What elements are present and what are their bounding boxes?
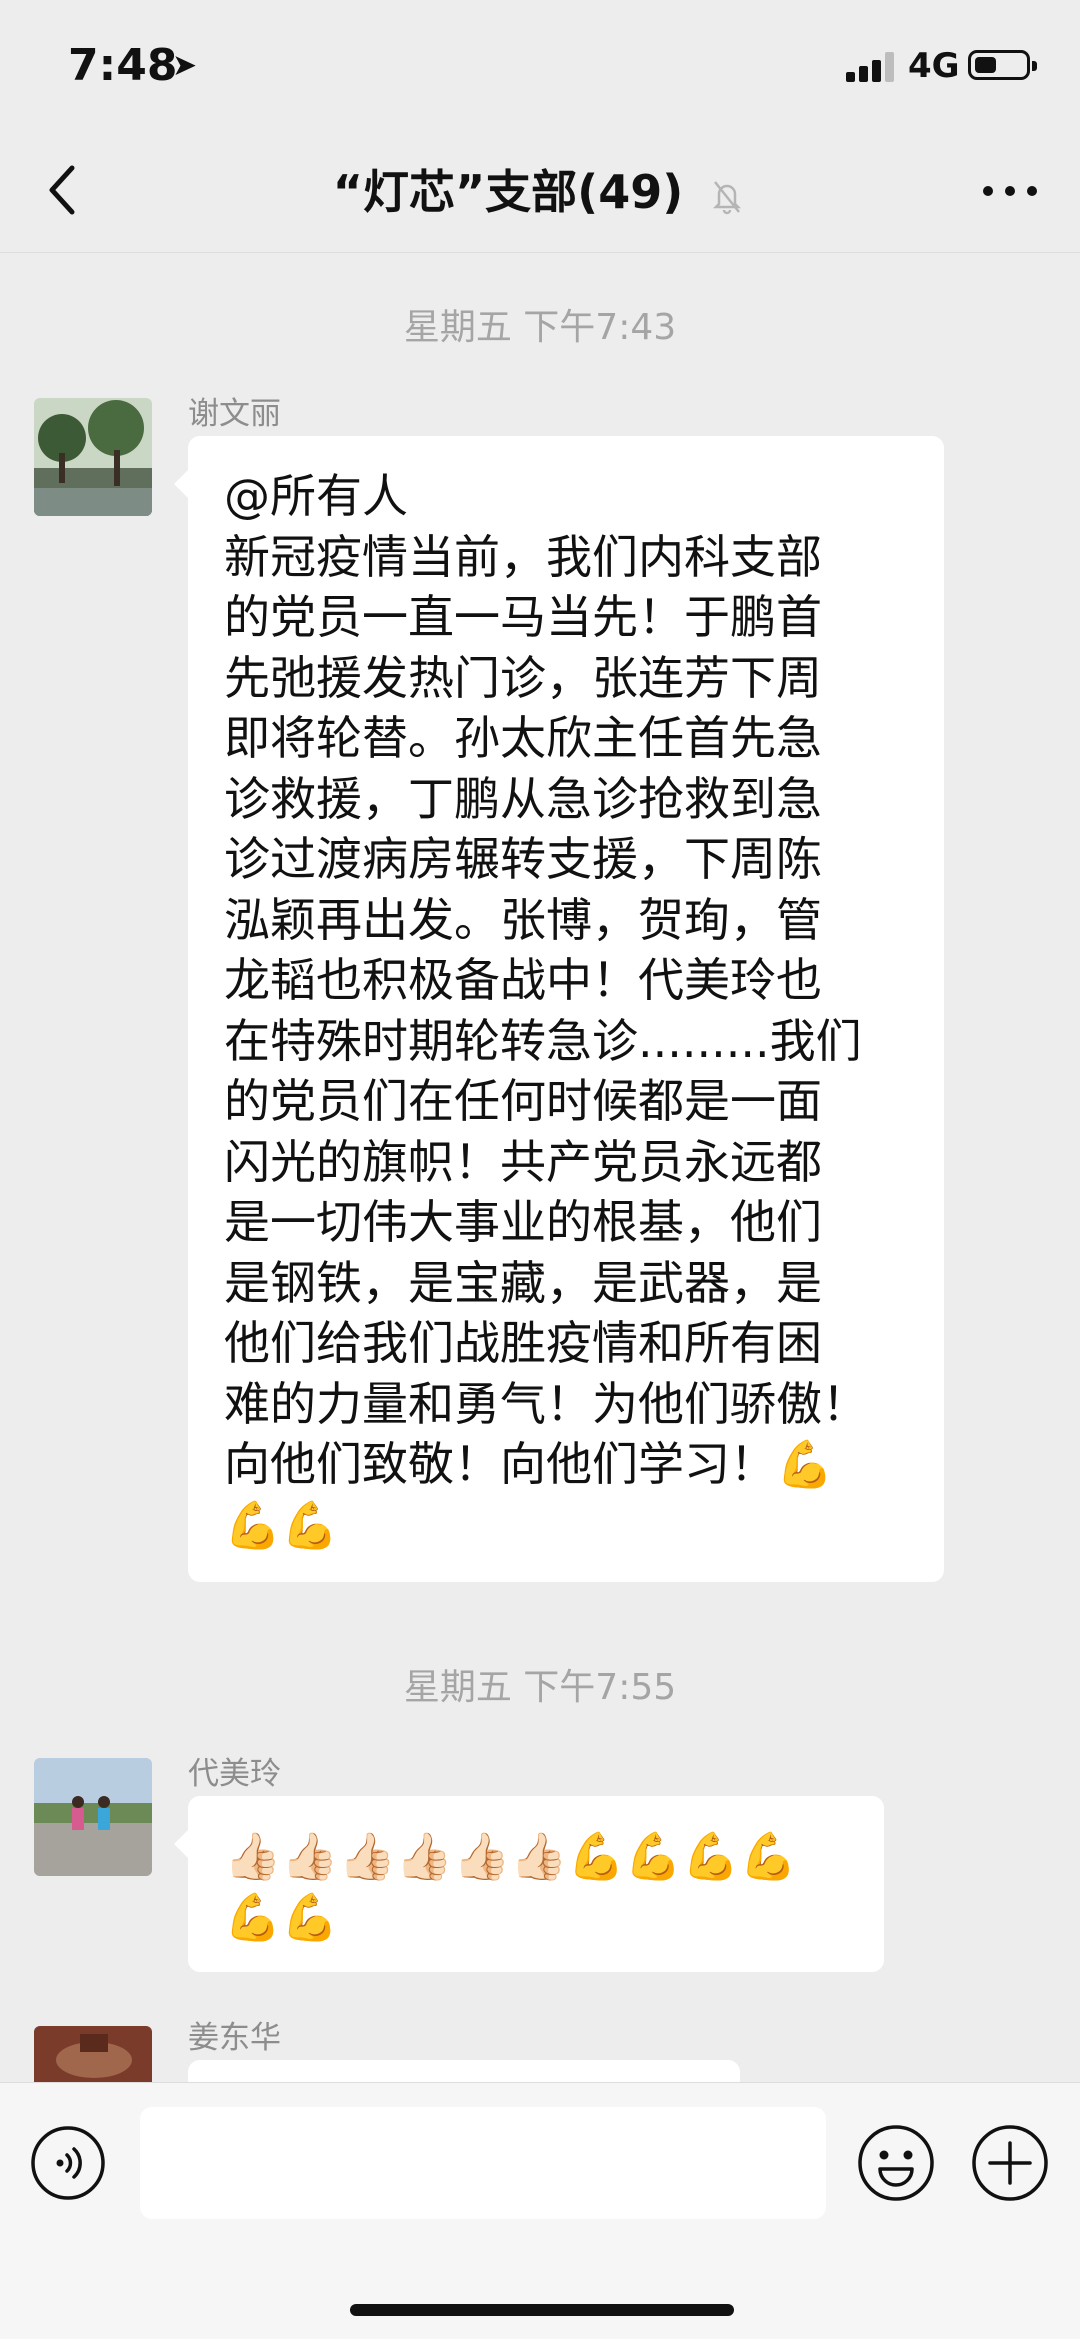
home-indicator[interactable] (350, 2304, 734, 2316)
more-functions-button[interactable] (970, 2123, 1050, 2203)
status-time: 7:48 (68, 40, 178, 91)
avatar-image (34, 1758, 152, 1876)
timestamp: 星期五 下午7:43 (403, 307, 677, 348)
chat-header: “灯芯”支部(49) (0, 130, 1080, 253)
status-bar: 7:48 ➤ 4G (0, 0, 1080, 130)
more-button[interactable] (980, 166, 1040, 216)
emoji-button[interactable] (856, 2123, 936, 2203)
location-arrow-icon: ➤ (172, 48, 198, 83)
voice-button[interactable] (30, 2125, 106, 2201)
network-type: 4G (908, 46, 960, 86)
avatar[interactable] (34, 1758, 152, 1876)
avatar[interactable] (34, 398, 152, 516)
avatar-image (34, 2026, 152, 2082)
message-input[interactable] (140, 2107, 826, 2219)
message-bubble[interactable] (174, 2060, 740, 2122)
avatar[interactable] (34, 2026, 152, 2082)
battery-icon (968, 50, 1037, 80)
sender-name: 谢文丽 (188, 396, 281, 432)
input-bar (0, 2082, 1080, 2339)
message-text: 👍🏻👍🏻👍🏻👍🏻👍🏻👍🏻💪💪💪💪 💪💪 (224, 1829, 797, 1944)
plus-icon (972, 2125, 1048, 2201)
chat-title-text: “灯芯”支部(49) (332, 165, 684, 219)
message-bubble[interactable]: 👍🏻👍🏻👍🏻👍🏻👍🏻👍🏻💪💪💪💪 💪💪 (174, 1796, 884, 1972)
emoji-icon (858, 2125, 934, 2201)
timestamp: 星期五 下午7:55 (403, 1667, 677, 1708)
bell-off-icon (713, 180, 742, 214)
message-text: @所有人 新冠疫情当前，我们内科支部 的党员一直一马当先！于鹏首 先弛援发热门诊… (224, 469, 868, 1552)
signal-icon (846, 52, 898, 82)
chat-title: “灯芯”支部(49) (0, 156, 1080, 222)
message-bubble[interactable]: @所有人 新冠疫情当前，我们内科支部 的党员一直一马当先！于鹏首 先弛援发热门诊… (174, 436, 944, 1582)
avatar-image (34, 398, 152, 516)
more-dots-icon (983, 186, 1037, 196)
voice-icon (31, 2126, 105, 2200)
sender-name: 代美玲 (188, 1756, 281, 1792)
sender-name: 姜东华 (188, 2020, 281, 2056)
